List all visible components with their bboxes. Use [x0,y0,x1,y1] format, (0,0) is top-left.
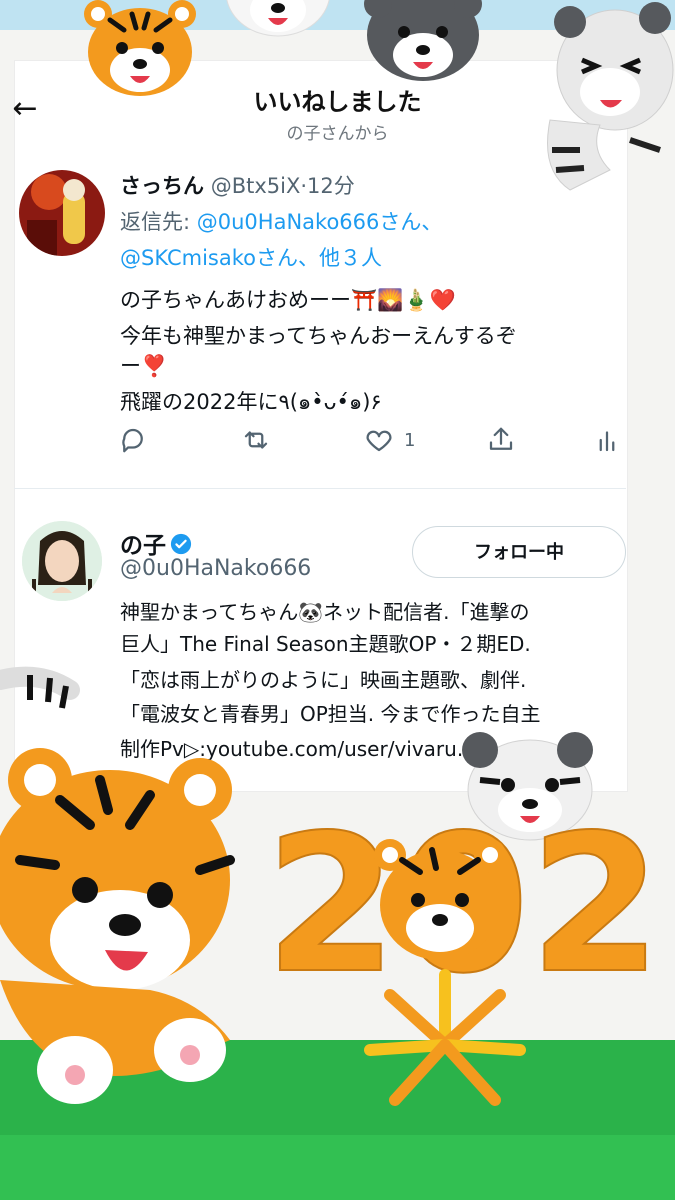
reply-mention-link[interactable]: @SKCmisako [120,246,256,270]
profile-bio-line: 巨人」The Final Season主題歌OP・２期ED. [120,632,531,656]
reply-suffix: さん、 [255,246,319,270]
tweet-text-line: 飛躍の2022年に٩(๑•̀ᴗ•́๑)۶ [120,390,382,414]
divider [14,488,626,489]
reply-button[interactable] [118,425,148,455]
avatar[interactable] [22,521,102,601]
tweet-text-line: の子ちゃんあけおめーー⛩️🌄🎍❤️ [120,288,456,312]
avatar-photo-icon [22,521,102,601]
reply-line-2: @SKCmisakoさん、他３人 [120,242,382,272]
like-count: 1 [404,429,416,451]
verified-badge-icon [170,533,192,555]
tweet-text-line: ー❣️ [120,354,168,378]
share-button[interactable] [486,425,516,455]
reply-mention-link[interactable]: @0u0HaNako666 [197,210,380,234]
following-button[interactable]: フォロー中 [412,526,626,578]
tweet-time[interactable]: 12分 [307,174,355,198]
grass-decoration-lower [0,1135,675,1200]
tweet-actions: 1 [118,425,638,461]
tiger-illustration-big [0,748,235,1104]
profile-bio-line: 「恋は雨上がりのように」映画主題歌、劇伴. [120,668,527,692]
share-icon [489,427,513,450]
reply-prefix: 返信先: [120,210,197,234]
tweet-handle[interactable]: @Btx5iX [211,174,301,198]
tweet-text-line: 今年も神聖かまってちゃんおーえんするぞ [120,324,517,348]
tiger-tail-decoration [0,666,80,709]
page-title: いいねしました [253,88,422,116]
reply-suffix: さん、 [379,210,443,234]
avatar-photo-icon [19,170,105,256]
tiger-illustration-top-middle [226,0,330,37]
tweet-display-name[interactable]: さっちん [120,174,204,198]
heart-icon [366,430,392,452]
reply-more-link[interactable]: 他３人 [319,246,382,270]
analytics-button[interactable] [596,425,618,455]
tweet-header: さっちん @Btx5iX·12分 [120,170,355,200]
firework-decoration [364,969,526,1106]
profile-name-row: の子 [120,526,192,560]
reply-line-1: 返信先: @0u0HaNako666さん、 [120,206,442,236]
avatar[interactable] [19,170,105,256]
retweet-icon [244,431,268,449]
tiger-illustration-small-center [374,839,506,960]
profile-bio-line: 神聖かまってちゃん🐼ネット配信者.「進撃の [120,600,530,624]
retweet-button[interactable] [240,425,272,455]
page-subtitle: の子さんから [286,124,389,144]
analytics-icon [599,431,615,452]
tiger-illustration-top-gray [364,0,482,81]
profile-handle[interactable]: @0u0HaNako666 [120,556,311,581]
like-button[interactable]: 1 [364,425,415,455]
reply-icon [122,428,143,453]
